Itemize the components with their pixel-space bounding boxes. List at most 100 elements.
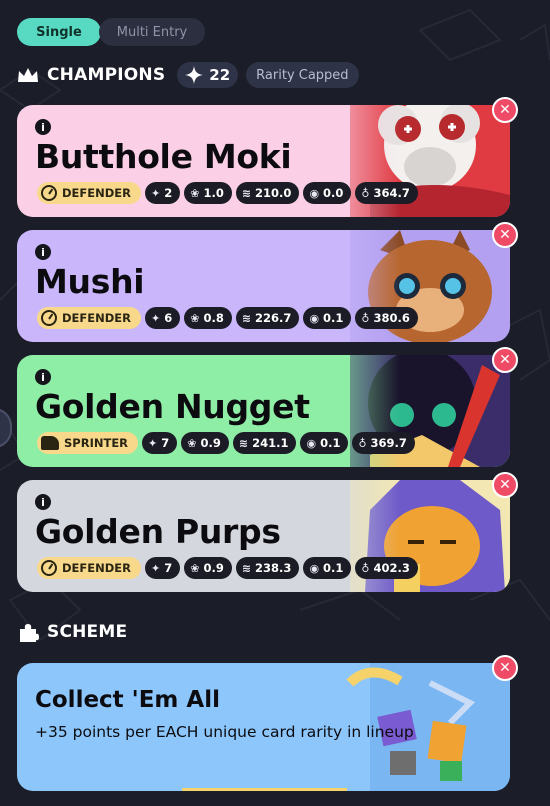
stat-value: 0.8 bbox=[203, 311, 224, 325]
medal-icon: ♁ bbox=[361, 561, 370, 575]
defender-icon bbox=[41, 185, 57, 201]
paw-icon: ❀ bbox=[190, 186, 200, 200]
stat-value: 241.1 bbox=[252, 436, 289, 450]
ball-icon: ◉ bbox=[306, 436, 317, 450]
stat-value: 0.9 bbox=[203, 561, 224, 575]
stat-ball: ◉ 0.0 bbox=[303, 182, 352, 204]
info-icon[interactable]: i bbox=[35, 494, 51, 510]
scheme-progress-bar bbox=[182, 788, 347, 791]
gem-icon: ✦ bbox=[151, 561, 161, 575]
role-badge: DEFENDER bbox=[37, 307, 141, 329]
stat-gems: ✦ 6 bbox=[145, 307, 181, 329]
scheme-card[interactable]: Collect 'Em All +35 points per EACH uniq… bbox=[17, 655, 518, 791]
role-label: SPRINTER bbox=[64, 436, 129, 450]
champion-name: Butthole Moki bbox=[35, 137, 292, 176]
close-icon: ✕ bbox=[499, 352, 511, 368]
stat-value: 0.1 bbox=[323, 311, 344, 325]
stat-value: 210.0 bbox=[255, 186, 292, 200]
stat-value: 369.7 bbox=[370, 436, 407, 450]
role-badge: DEFENDER bbox=[37, 182, 141, 204]
champion-card[interactable]: i Mushi DEFENDER ✦ 6 ❀ 0.8 ≋ 226.7 ◉ 0.1 ♁ 38… bbox=[17, 222, 518, 342]
close-icon: ✕ bbox=[499, 477, 511, 493]
stat-distance: ≋ 210.0 bbox=[235, 182, 300, 204]
scheme-header: SCHEME bbox=[17, 621, 127, 643]
champion-card[interactable]: i Golden Purps DEFENDER ✦ 7 ❀ 0.9 ≋ 238.3 ◉… bbox=[17, 472, 518, 592]
defender-icon bbox=[41, 560, 57, 576]
stat-value: 226.7 bbox=[255, 311, 292, 325]
stat-value: 380.6 bbox=[373, 311, 410, 325]
role-label: DEFENDER bbox=[62, 186, 131, 200]
stat-speed: ❀ 0.8 bbox=[184, 307, 232, 329]
stat-gems: ✦ 7 bbox=[142, 432, 178, 454]
champion-card[interactable]: i Golden Nugget SPRINTER ✦ 7 ❀ 0.9 ≋ 241.1 … bbox=[17, 347, 518, 467]
remove-champion-button[interactable]: ✕ bbox=[492, 472, 518, 498]
close-icon: ✕ bbox=[499, 660, 511, 676]
stat-distance: ≋ 238.3 bbox=[235, 557, 300, 579]
medal-icon: ♁ bbox=[358, 436, 367, 450]
mode-tabs: Single Multi Entry bbox=[17, 18, 205, 46]
scheme-title: SCHEME bbox=[47, 622, 128, 642]
stat-value: 0.0 bbox=[323, 186, 344, 200]
card-body: i Mushi DEFENDER ✦ 6 ❀ 0.8 ≋ 226.7 ◉ 0.1 ♁ 38… bbox=[17, 230, 510, 342]
puzzle-icon bbox=[20, 624, 39, 642]
champion-name: Golden Nugget bbox=[35, 387, 310, 426]
gem-icon: ✦ bbox=[151, 311, 161, 325]
remove-champion-button[interactable]: ✕ bbox=[492, 97, 518, 123]
medal-icon: ♁ bbox=[361, 311, 370, 325]
scheme-card-body: Collect 'Em All +35 points per EACH uniq… bbox=[17, 663, 510, 791]
stat-score: ♁ 369.7 bbox=[352, 432, 415, 454]
ball-icon: ◉ bbox=[309, 311, 320, 325]
stat-value: 2 bbox=[164, 186, 173, 200]
stat-value: 0.1 bbox=[320, 436, 341, 450]
stat-value: 7 bbox=[161, 436, 170, 450]
stat-row: DEFENDER ✦ 7 ❀ 0.9 ≋ 238.3 ◉ 0.1 ♁ 402.3 bbox=[37, 557, 418, 579]
info-icon[interactable]: i bbox=[35, 119, 51, 135]
tab-single[interactable]: Single bbox=[17, 18, 101, 46]
champion-card[interactable]: i Butthole Moki DEFENDER ✦ 2 ❀ 1.0 ≋ 210.0 … bbox=[17, 97, 518, 217]
stat-ball: ◉ 0.1 bbox=[300, 432, 349, 454]
role-label: DEFENDER bbox=[62, 311, 131, 325]
remove-champion-button[interactable]: ✕ bbox=[492, 347, 518, 373]
stat-value: 402.3 bbox=[373, 561, 410, 575]
card-body: i Golden Nugget SPRINTER ✦ 7 ❀ 0.9 ≋ 241.1 … bbox=[17, 355, 510, 467]
info-icon[interactable]: i bbox=[35, 244, 51, 260]
stat-score: ♁ 364.7 bbox=[355, 182, 418, 204]
scheme-card-description: +35 points per EACH unique card rarity i… bbox=[35, 723, 414, 741]
stat-speed: ❀ 0.9 bbox=[184, 557, 232, 579]
stat-value: 0.1 bbox=[323, 561, 344, 575]
gem-icon: ✦ bbox=[151, 186, 161, 200]
dash-icon: ≋ bbox=[238, 436, 249, 450]
dash-icon: ≋ bbox=[241, 311, 252, 325]
stat-distance: ≋ 226.7 bbox=[235, 307, 300, 329]
stat-value: 238.3 bbox=[255, 561, 292, 575]
stat-speed: ❀ 0.9 bbox=[181, 432, 229, 454]
gem-icon: ✦ bbox=[148, 436, 158, 450]
stat-score: ♁ 402.3 bbox=[355, 557, 418, 579]
dash-icon: ≋ bbox=[241, 561, 252, 575]
card-body: i Butthole Moki DEFENDER ✦ 2 ❀ 1.0 ≋ 210.0 … bbox=[17, 105, 510, 217]
role-badge: DEFENDER bbox=[37, 557, 141, 579]
champion-name: Mushi bbox=[35, 262, 145, 301]
stat-row: SPRINTER ✦ 7 ❀ 0.9 ≋ 241.1 ◉ 0.1 ♁ 369.7 bbox=[37, 432, 415, 454]
champion-count-badge: 22 bbox=[177, 62, 239, 88]
medal-icon: ♁ bbox=[361, 186, 370, 200]
dash-icon: ≋ bbox=[241, 186, 252, 200]
info-icon[interactable]: i bbox=[35, 369, 51, 385]
champions-header: CHAMPIONS 22 Rarity Capped bbox=[17, 62, 359, 88]
tab-multi-entry[interactable]: Multi Entry bbox=[99, 18, 205, 46]
remove-champion-button[interactable]: ✕ bbox=[492, 222, 518, 248]
champions-title: CHAMPIONS bbox=[47, 65, 166, 85]
stat-gems: ✦ 7 bbox=[145, 557, 181, 579]
left-drawer-handle[interactable] bbox=[0, 408, 12, 448]
remove-scheme-button[interactable]: ✕ bbox=[492, 655, 518, 681]
stat-value: 7 bbox=[164, 561, 173, 575]
gem-icon bbox=[185, 66, 204, 84]
role-badge: SPRINTER bbox=[37, 432, 139, 454]
stat-ball: ◉ 0.1 bbox=[303, 307, 352, 329]
stat-score: ♁ 380.6 bbox=[355, 307, 418, 329]
stat-ball: ◉ 0.1 bbox=[303, 557, 352, 579]
stat-distance: ≋ 241.1 bbox=[232, 432, 297, 454]
defender-icon bbox=[41, 310, 57, 326]
stat-gems: ✦ 2 bbox=[145, 182, 181, 204]
crown-icon bbox=[18, 68, 38, 82]
